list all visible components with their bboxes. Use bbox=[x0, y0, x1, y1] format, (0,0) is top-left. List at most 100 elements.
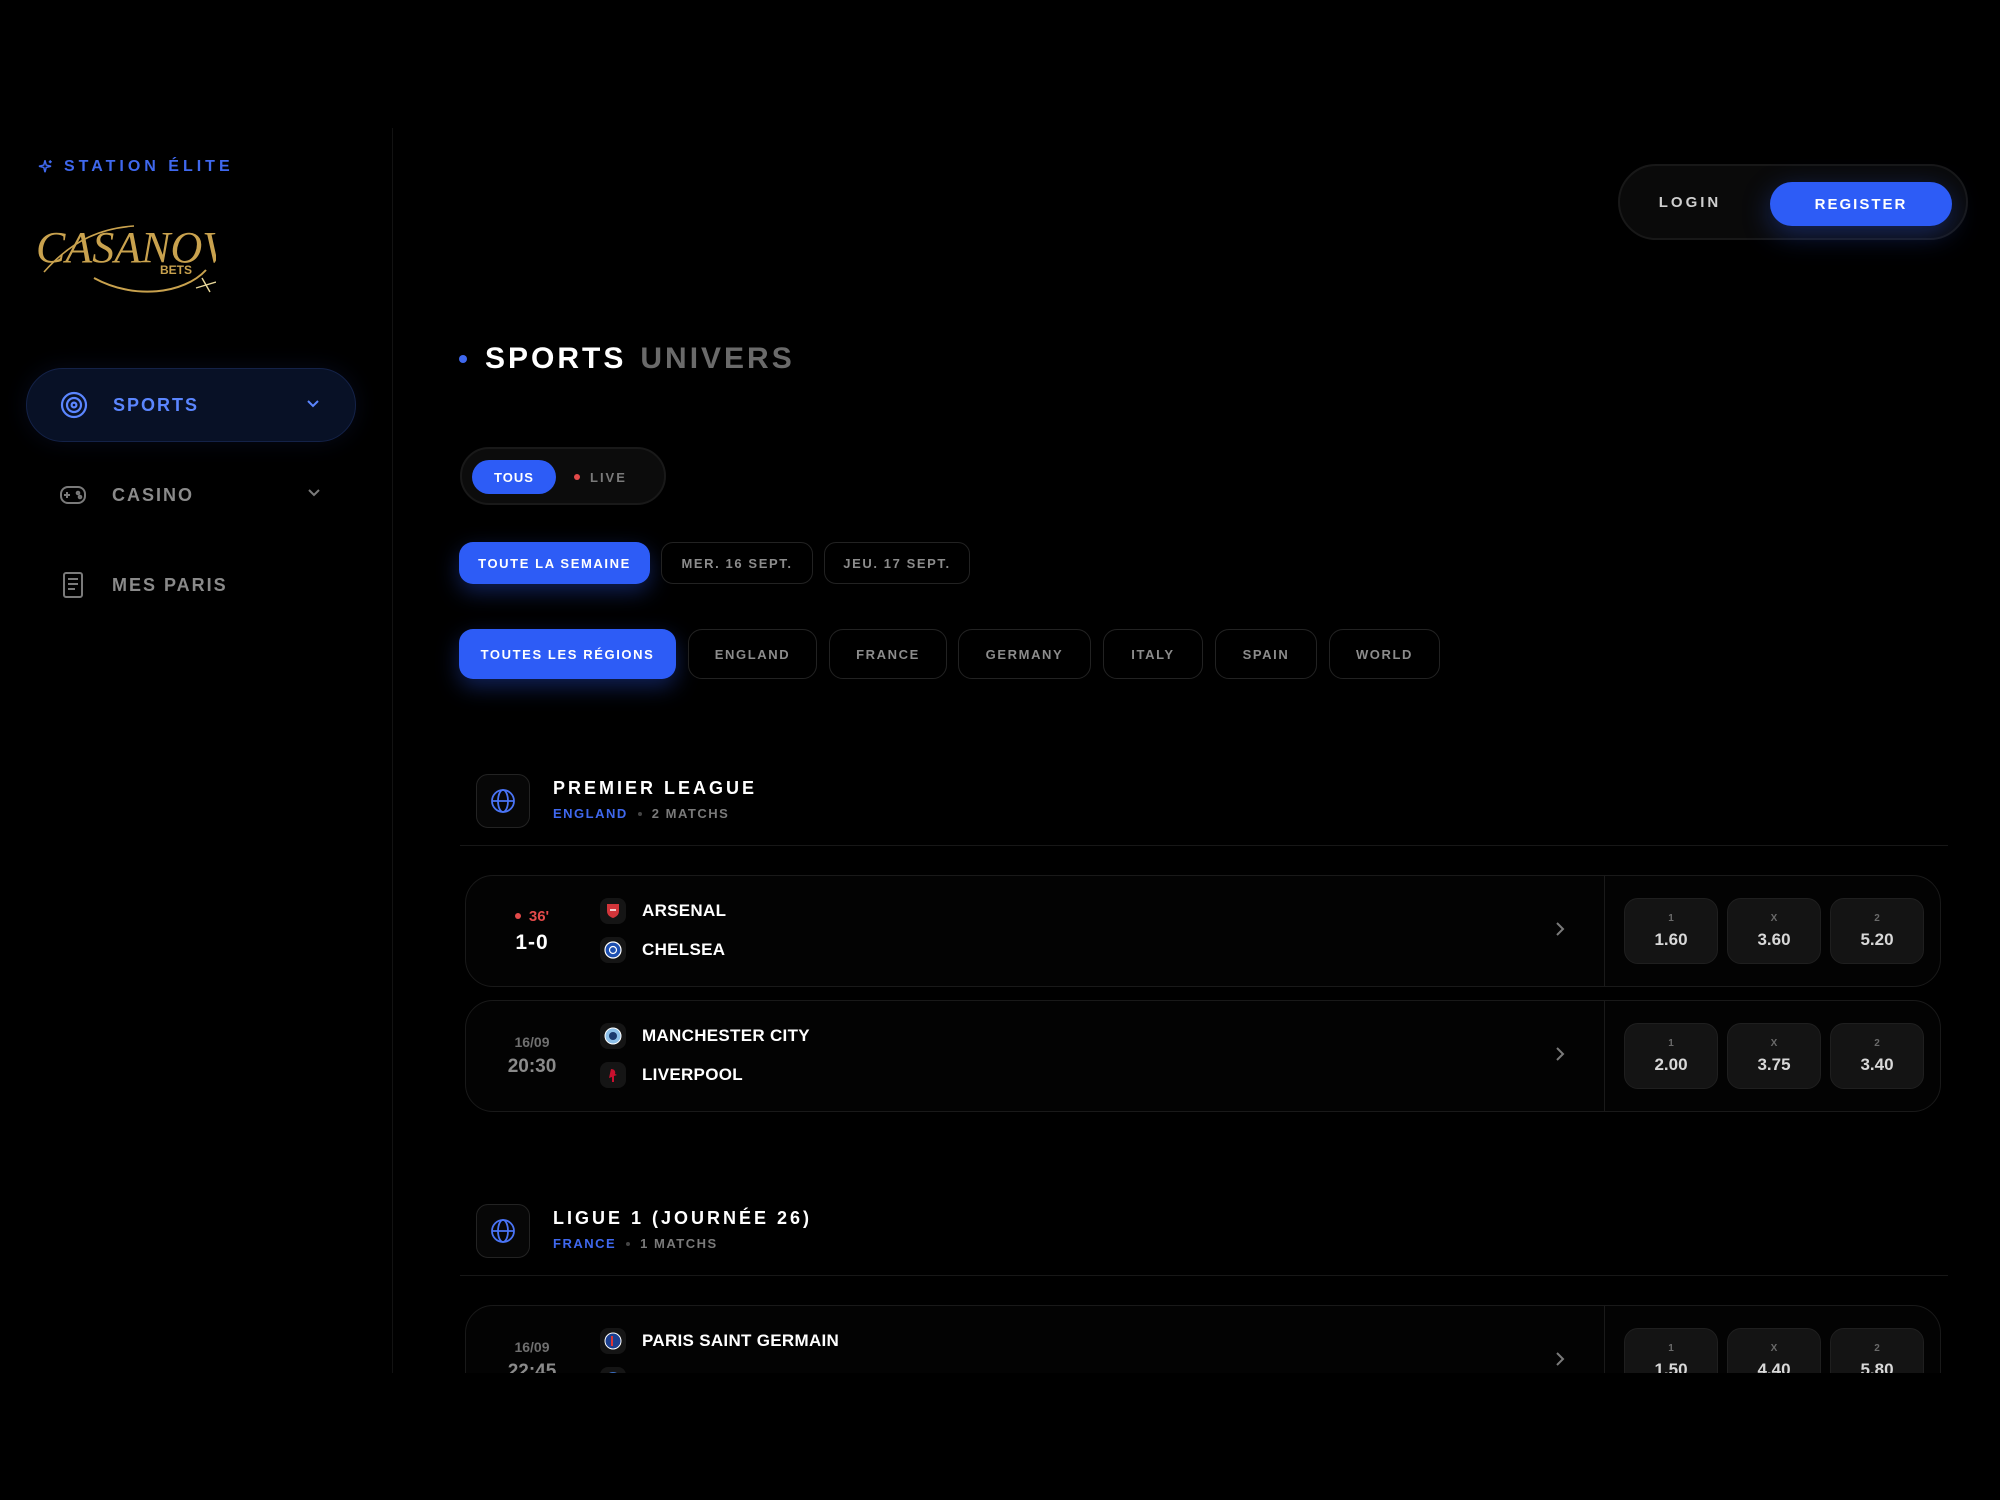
title-accent: UNIVERS bbox=[640, 342, 795, 375]
league-country: FRANCE bbox=[553, 1236, 617, 1251]
odd-label: 2 bbox=[1874, 912, 1880, 924]
auth-panel: LOGIN REGISTER bbox=[1618, 164, 1968, 240]
league-match-count: 1 MATCHS bbox=[640, 1236, 718, 1251]
chevron-right-icon[interactable] bbox=[1552, 1045, 1568, 1063]
team-crest-icon bbox=[600, 1367, 626, 1373]
chevron-down-icon bbox=[307, 400, 319, 408]
match-time: 36' 1-0 bbox=[484, 876, 580, 986]
match-score: 1-0 bbox=[515, 930, 549, 954]
mode-toggle: TOUS LIVE bbox=[460, 447, 666, 505]
logo-sub: BETS bbox=[160, 263, 192, 277]
sparkle-icon bbox=[38, 160, 52, 173]
league-divider bbox=[460, 845, 1948, 846]
league-country: ENGLAND bbox=[553, 806, 628, 821]
chevron-down-icon bbox=[308, 489, 320, 497]
arsenal-crest-icon bbox=[600, 898, 626, 924]
region-filter-germany[interactable]: GERMANY bbox=[958, 629, 1091, 679]
odd-label: 1 bbox=[1668, 1037, 1674, 1049]
match-row[interactable]: 16/09 20:30 MANCHESTER CITY LIVERPOOL 1 … bbox=[465, 1000, 1941, 1112]
odd-label: X bbox=[1770, 912, 1778, 924]
live-dot bbox=[514, 913, 521, 919]
odd-label: 1 bbox=[1668, 912, 1674, 924]
region-filter-france[interactable]: FRANCE bbox=[829, 629, 947, 679]
league-divider bbox=[460, 1275, 1948, 1276]
register-button[interactable]: REGISTER bbox=[1770, 182, 1952, 226]
card-divider bbox=[1604, 876, 1605, 986]
chevron-right-icon[interactable] bbox=[1552, 1350, 1568, 1368]
odd-value: 3.75 bbox=[1757, 1054, 1791, 1074]
casanova-bets-logo[interactable]: CASANOVA BETS bbox=[34, 208, 216, 300]
sidebar-item-label: CASINO bbox=[112, 484, 195, 505]
region-filter-england[interactable]: ENGLAND bbox=[688, 629, 817, 679]
odd-draw-button[interactable]: X 3.60 bbox=[1727, 898, 1821, 964]
region-filter-all[interactable]: TOUTES LES RÉGIONS bbox=[459, 629, 676, 679]
odd-draw-button[interactable]: X 3.75 bbox=[1727, 1023, 1821, 1089]
sidebar-item-label: MES PARIS bbox=[112, 574, 228, 595]
meta-separator bbox=[637, 811, 642, 816]
match-time: 16/09 22:45 bbox=[484, 1306, 580, 1373]
league-name: PREMIER LEAGUE bbox=[553, 778, 758, 798]
match-hour: 20:30 bbox=[507, 1056, 557, 1077]
away-team: LIVERPOOL bbox=[600, 1062, 743, 1088]
away-team bbox=[600, 1367, 642, 1373]
receipt-icon bbox=[58, 570, 88, 600]
odd-away-button[interactable]: 2 3.40 bbox=[1830, 1023, 1924, 1089]
odd-value: 1.60 bbox=[1654, 929, 1688, 949]
league-match-count: 2 MATCHS bbox=[651, 806, 730, 821]
day-filter-week[interactable]: TOUTE LA SEMAINE bbox=[459, 542, 650, 584]
away-team: CHELSEA bbox=[600, 937, 725, 963]
chevron-right-icon[interactable] bbox=[1552, 920, 1568, 938]
meta-separator bbox=[626, 1241, 631, 1246]
odd-home-button[interactable]: 1 1.50 bbox=[1624, 1328, 1718, 1373]
toggle-live-label: LIVE bbox=[590, 469, 627, 485]
odd-home-button[interactable]: 1 1.60 bbox=[1624, 898, 1718, 964]
region-filter-spain[interactable]: SPAIN bbox=[1215, 629, 1317, 679]
toggle-live[interactable]: LIVE bbox=[574, 460, 654, 494]
odd-away-button[interactable]: 2 5.20 bbox=[1830, 898, 1924, 964]
man-city-crest-icon bbox=[600, 1023, 626, 1049]
match-row[interactable]: 36' 1-0 ARSENAL CHELSEA 1 1.60 X 3.60 2 bbox=[465, 875, 1941, 987]
sidebar-item-casino[interactable]: CASINO bbox=[26, 458, 356, 532]
live-dot bbox=[574, 474, 580, 480]
odd-label: 2 bbox=[1874, 1342, 1880, 1354]
globe-icon bbox=[491, 789, 515, 813]
day-filter-thu[interactable]: JEU. 17 SEPT. bbox=[824, 542, 970, 584]
region-filter-world[interactable]: WORLD bbox=[1329, 629, 1440, 679]
match-hour: 22:45 bbox=[507, 1361, 557, 1373]
brand-tagline: STATION ÉLITE bbox=[36, 158, 234, 176]
globe-icon bbox=[491, 1219, 515, 1243]
sidebar: STATION ÉLITE CASANOVA BETS SPORTS bbox=[0, 128, 393, 1373]
gamepad-icon bbox=[58, 480, 88, 510]
card-divider bbox=[1604, 1306, 1605, 1373]
title-main: SPORTS bbox=[485, 342, 627, 375]
league-meta: ENGLAND 2 MATCHS bbox=[553, 806, 729, 821]
sidebar-item-sports[interactable]: SPORTS bbox=[26, 368, 356, 442]
home-team: PARIS SAINT GERMAIN bbox=[600, 1328, 839, 1354]
league-globe-badge bbox=[476, 1204, 530, 1258]
odd-value: 3.40 bbox=[1860, 1054, 1894, 1074]
team-name: ARSENAL bbox=[642, 901, 727, 920]
odd-label: 2 bbox=[1874, 1037, 1880, 1049]
match-row[interactable]: 16/09 22:45 PARIS SAINT GERMAIN 1 1.50 X… bbox=[465, 1305, 1941, 1373]
title-dot bbox=[459, 355, 467, 363]
odd-label: X bbox=[1770, 1342, 1778, 1354]
odd-label: X bbox=[1770, 1037, 1778, 1049]
live-minute-text: 36' bbox=[528, 907, 550, 925]
chelsea-crest-icon bbox=[600, 937, 626, 963]
sidebar-item-mes-paris[interactable]: MES PARIS bbox=[26, 548, 356, 622]
app-viewport: STATION ÉLITE CASANOVA BETS SPORTS bbox=[0, 0, 2000, 1373]
target-icon bbox=[59, 390, 89, 420]
league-globe-badge bbox=[476, 774, 530, 828]
sidebar-item-label: SPORTS bbox=[113, 394, 200, 415]
toggle-tous[interactable]: TOUS bbox=[472, 460, 556, 494]
login-button[interactable]: LOGIN bbox=[1630, 176, 1750, 228]
odd-draw-button[interactable]: X 4.40 bbox=[1727, 1328, 1821, 1373]
day-filter-wed[interactable]: MER. 16 SEPT. bbox=[661, 542, 813, 584]
match-date: 16/09 bbox=[514, 1034, 550, 1050]
odd-home-button[interactable]: 1 2.00 bbox=[1624, 1023, 1718, 1089]
region-filter-italy[interactable]: ITALY bbox=[1103, 629, 1203, 679]
league-meta: FRANCE 1 MATCHS bbox=[553, 1236, 718, 1251]
odd-value: 1.50 bbox=[1654, 1359, 1688, 1374]
odd-away-button[interactable]: 2 5.80 bbox=[1830, 1328, 1924, 1373]
odd-value: 4.40 bbox=[1757, 1359, 1791, 1374]
